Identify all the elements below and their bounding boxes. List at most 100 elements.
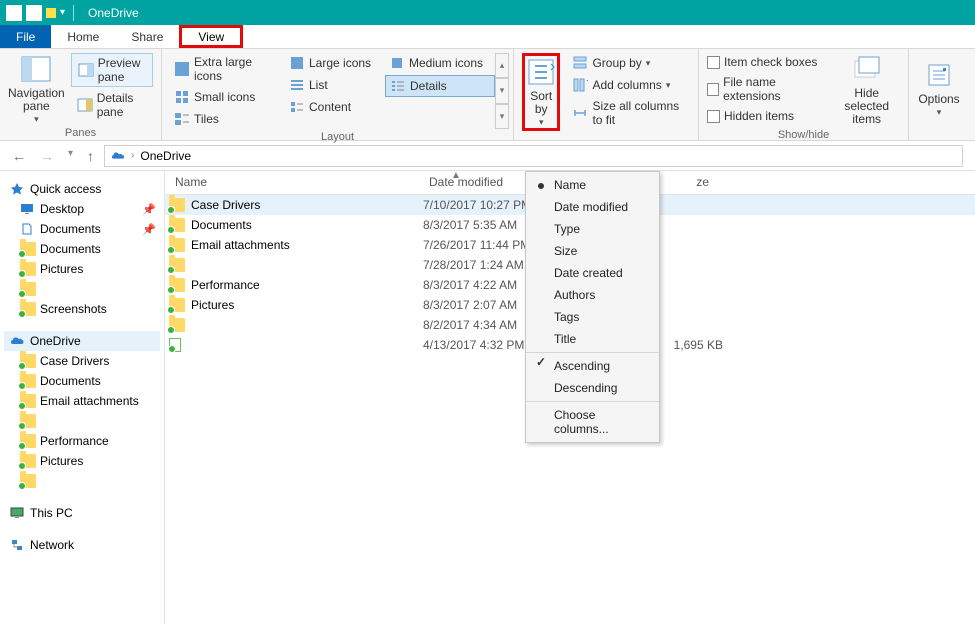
col-size-partial[interactable]: ze: [659, 171, 719, 194]
tree-od-pictures[interactable]: Pictures: [4, 451, 160, 471]
file-icon: [169, 338, 181, 352]
up-button[interactable]: ↑: [87, 148, 94, 164]
separator: [73, 5, 74, 21]
file-date: 7/28/2017 1:24 AM: [423, 258, 533, 272]
layout-medium-icons[interactable]: Medium icons: [385, 53, 495, 73]
options-button[interactable]: Options ▾: [917, 53, 961, 124]
file-list: ▲ Name Date modified ze Case Drivers7/10…: [165, 171, 975, 624]
tree-documents[interactable]: Documents: [4, 239, 160, 259]
hide-selected-button[interactable]: Hide selected items: [833, 53, 900, 127]
group-by-button[interactable]: Group by▾: [566, 53, 690, 73]
layout-details[interactable]: Details: [385, 75, 495, 97]
back-button[interactable]: ←: [12, 148, 26, 164]
desktop-icon: [20, 202, 34, 216]
layout-tiles[interactable]: Tiles: [170, 109, 285, 129]
breadcrumb[interactable]: OneDrive: [140, 149, 191, 163]
col-date-modified[interactable]: Date modified: [419, 171, 529, 194]
file-name: Documents: [191, 218, 252, 232]
sort-menu-authors[interactable]: Authors: [526, 284, 659, 306]
ribbon: Navigation pane ▾ Preview pane Details p…: [0, 49, 975, 141]
folder-icon: [20, 454, 34, 468]
layout-gallery: Extra large icons Small icons Tiles Larg…: [170, 53, 509, 129]
preview-pane-button[interactable]: Preview pane: [71, 53, 153, 87]
item-check-boxes-checkbox[interactable]: Item check boxes: [707, 55, 827, 69]
file-size: 1,695 KB: [663, 338, 723, 352]
tree-quick-access[interactable]: Quick access: [4, 179, 160, 199]
tab-file[interactable]: File: [0, 25, 51, 48]
sort-menu-date-created[interactable]: Date created: [526, 262, 659, 284]
folder-icon: [20, 302, 34, 316]
chevron-down-icon: ▾: [34, 115, 39, 125]
sort-menu-tags[interactable]: Tags: [526, 306, 659, 328]
tab-home[interactable]: Home: [51, 25, 115, 48]
navigation-pane-button[interactable]: Navigation pane ▾: [8, 53, 65, 125]
sort-menu-choose-columns[interactable]: Choose columns...: [526, 401, 659, 440]
checkbox-icon: [707, 110, 720, 123]
layout-medium-icon: [389, 55, 405, 71]
folder-icon: [169, 278, 185, 292]
nav-tree: Quick access Desktop📌 Documents📌 Documen…: [0, 171, 165, 624]
tree-this-pc[interactable]: This PC: [4, 503, 160, 523]
sort-indicator-up-icon: ▲: [451, 170, 461, 181]
sort-menu-date-modified[interactable]: Date modified: [526, 196, 659, 218]
hidden-items-checkbox[interactable]: Hidden items: [707, 109, 827, 123]
save-qat-icon[interactable]: [26, 5, 42, 21]
tree-item-hidden[interactable]: [4, 279, 160, 299]
add-columns-icon: ＋: [572, 77, 588, 93]
sort-menu-size[interactable]: Size: [526, 240, 659, 262]
sort-by-label: Sort by: [525, 90, 557, 116]
tree-documents-pinned[interactable]: Documents📌: [4, 219, 160, 239]
tree-item-hidden-3[interactable]: [4, 471, 160, 491]
tree-onedrive[interactable]: OneDrive: [4, 331, 160, 351]
layout-details-icon: [390, 78, 406, 94]
sort-menu-descending[interactable]: Descending: [526, 377, 659, 399]
network-icon: [10, 538, 24, 552]
size-columns-button[interactable]: Size all columns to fit: [566, 97, 690, 129]
group-current-view: Sort by ▾ Group by▾ ＋ Add columns▾ Size …: [514, 49, 699, 140]
group-panes-label: Panes: [8, 125, 153, 139]
file-name-extensions-checkbox[interactable]: File name extensions: [707, 75, 827, 103]
tree-od-documents[interactable]: Documents: [4, 371, 160, 391]
navigation-pane-label: Navigation pane: [8, 87, 65, 113]
details-pane-button[interactable]: Details pane: [71, 89, 153, 121]
main-split: Quick access Desktop📌 Documents📌 Documen…: [0, 171, 975, 624]
file-date: 8/3/2017 5:35 AM: [423, 218, 533, 232]
tree-od-case-drivers[interactable]: Case Drivers: [4, 351, 160, 371]
file-date: 8/3/2017 4:22 AM: [423, 278, 533, 292]
address-bar[interactable]: › OneDrive: [104, 145, 963, 167]
tab-share[interactable]: Share: [115, 25, 179, 48]
tree-screenshots[interactable]: Screenshots: [4, 299, 160, 319]
qat-dropdown-icon[interactable]: ▾: [60, 7, 65, 18]
folder-qat-icon[interactable]: [46, 8, 56, 18]
sort-menu-title[interactable]: Title: [526, 328, 659, 350]
layout-list[interactable]: List: [285, 75, 385, 95]
tree-pictures[interactable]: Pictures: [4, 259, 160, 279]
layout-content-icon: [289, 99, 305, 115]
tab-view[interactable]: View: [179, 25, 243, 48]
forward-button[interactable]: →: [40, 148, 54, 164]
add-columns-button[interactable]: ＋ Add columns▾: [566, 75, 690, 95]
layout-content[interactable]: Content: [285, 97, 385, 117]
sort-menu-type[interactable]: Type: [526, 218, 659, 240]
layout-extra-large-icons[interactable]: Extra large icons: [170, 53, 285, 85]
folder-icon: [169, 198, 185, 212]
tree-network[interactable]: Network: [4, 535, 160, 555]
group-show-hide: Item check boxes File name extensions Hi…: [699, 49, 909, 140]
sort-by-menu: Name Date modified Type Size Date create…: [525, 171, 660, 443]
sort-by-icon: [525, 56, 557, 88]
layout-small-icons[interactable]: Small icons: [170, 87, 285, 107]
sort-menu-ascending[interactable]: Ascending: [526, 352, 659, 377]
sort-by-button[interactable]: Sort by ▾: [522, 53, 560, 131]
col-name[interactable]: Name: [165, 171, 419, 194]
tree-od-performance[interactable]: Performance: [4, 431, 160, 451]
gallery-scroll[interactable]: ▴▾▾: [495, 53, 509, 129]
tree-item-hidden-2[interactable]: [4, 411, 160, 431]
layout-large-icons[interactable]: Large icons: [285, 53, 385, 73]
file-date: 8/3/2017 2:07 AM: [423, 298, 533, 312]
file-date: 4/13/2017 4:32 PM: [423, 338, 533, 352]
tree-desktop[interactable]: Desktop📌: [4, 199, 160, 219]
add-columns-label: Add columns: [592, 78, 661, 92]
recent-dropdown-icon[interactable]: ▾: [68, 148, 73, 164]
tree-od-email-attachments[interactable]: Email attachments: [4, 391, 160, 411]
sort-menu-name[interactable]: Name: [526, 174, 659, 196]
